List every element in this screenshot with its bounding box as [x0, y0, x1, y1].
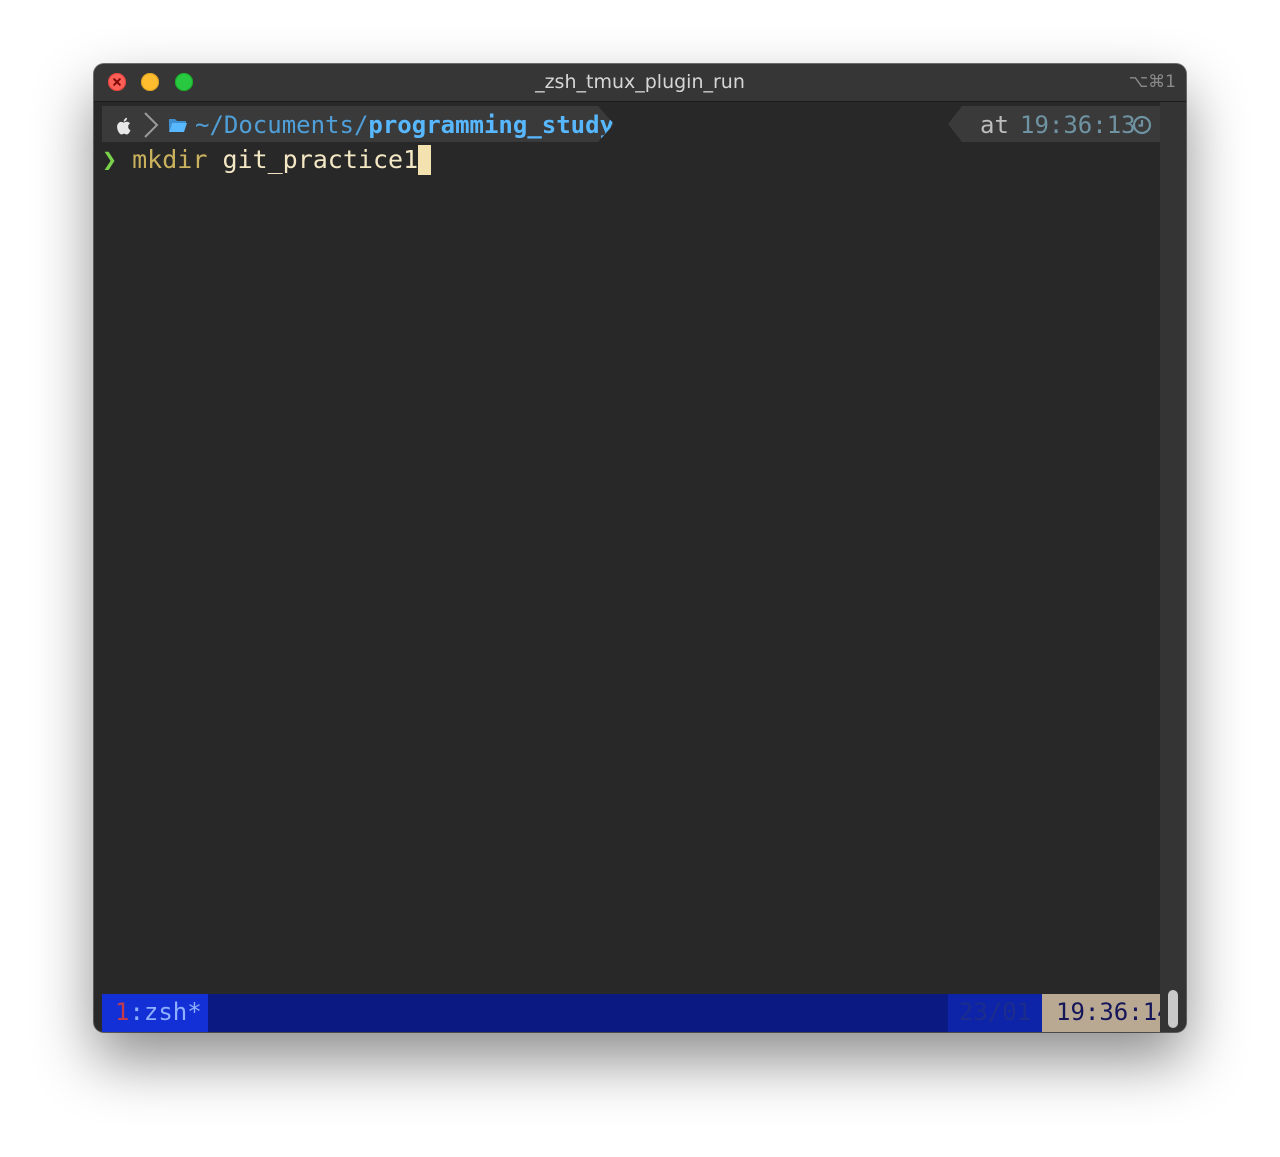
- status-time: 19:36:14: [1042, 994, 1160, 1032]
- prompt-time-segment: at 19:36:13: [948, 106, 1160, 142]
- terminal-content[interactable]: ~/Documents/programming_study at 19:36:1…: [102, 102, 1160, 1032]
- window-index: 1: [115, 998, 130, 1026]
- text-cursor: [418, 145, 432, 175]
- window-name: :zsh*: [129, 998, 202, 1026]
- command-line[interactable]: ❯ mkdir git_practice1: [102, 144, 432, 176]
- scrollbar[interactable]: [1160, 102, 1186, 1032]
- tmux-status-bar: 1:zsh* 23/01 19:36:14: [102, 994, 1160, 1032]
- status-date: 23/01: [948, 994, 1042, 1032]
- apple-icon: [117, 117, 131, 135]
- path-prefix: ~/Documents/: [195, 111, 369, 139]
- folder-icon: [169, 119, 187, 132]
- chevron-right-icon: [144, 112, 159, 138]
- terminal-window: _zsh_tmux_plugin_run ⌥⌘1 ~/Documents/pro…: [94, 64, 1186, 1032]
- command-text: mkdir: [132, 145, 208, 174]
- command-argument: git_practice1: [222, 145, 419, 174]
- window-shortcut: ⌥⌘1: [1128, 72, 1176, 92]
- window-title: _zsh_tmux_plugin_run: [535, 71, 745, 93]
- current-path: ~/Documents/programming_study: [195, 111, 614, 139]
- prompt-path-segment: ~/Documents/programming_study: [102, 106, 614, 142]
- scrollbar-thumb[interactable]: [1168, 990, 1178, 1028]
- title-bar[interactable]: _zsh_tmux_plugin_run ⌥⌘1: [94, 64, 1186, 102]
- at-label: at: [980, 111, 1009, 139]
- path-current-dir: programming_study: [368, 111, 615, 139]
- tmux-window-tab[interactable]: 1:zsh*: [102, 994, 208, 1032]
- prompt-time: 19:36:13: [1020, 111, 1136, 139]
- prompt-arrow: ❯: [102, 145, 118, 174]
- clock-icon: [1132, 115, 1152, 135]
